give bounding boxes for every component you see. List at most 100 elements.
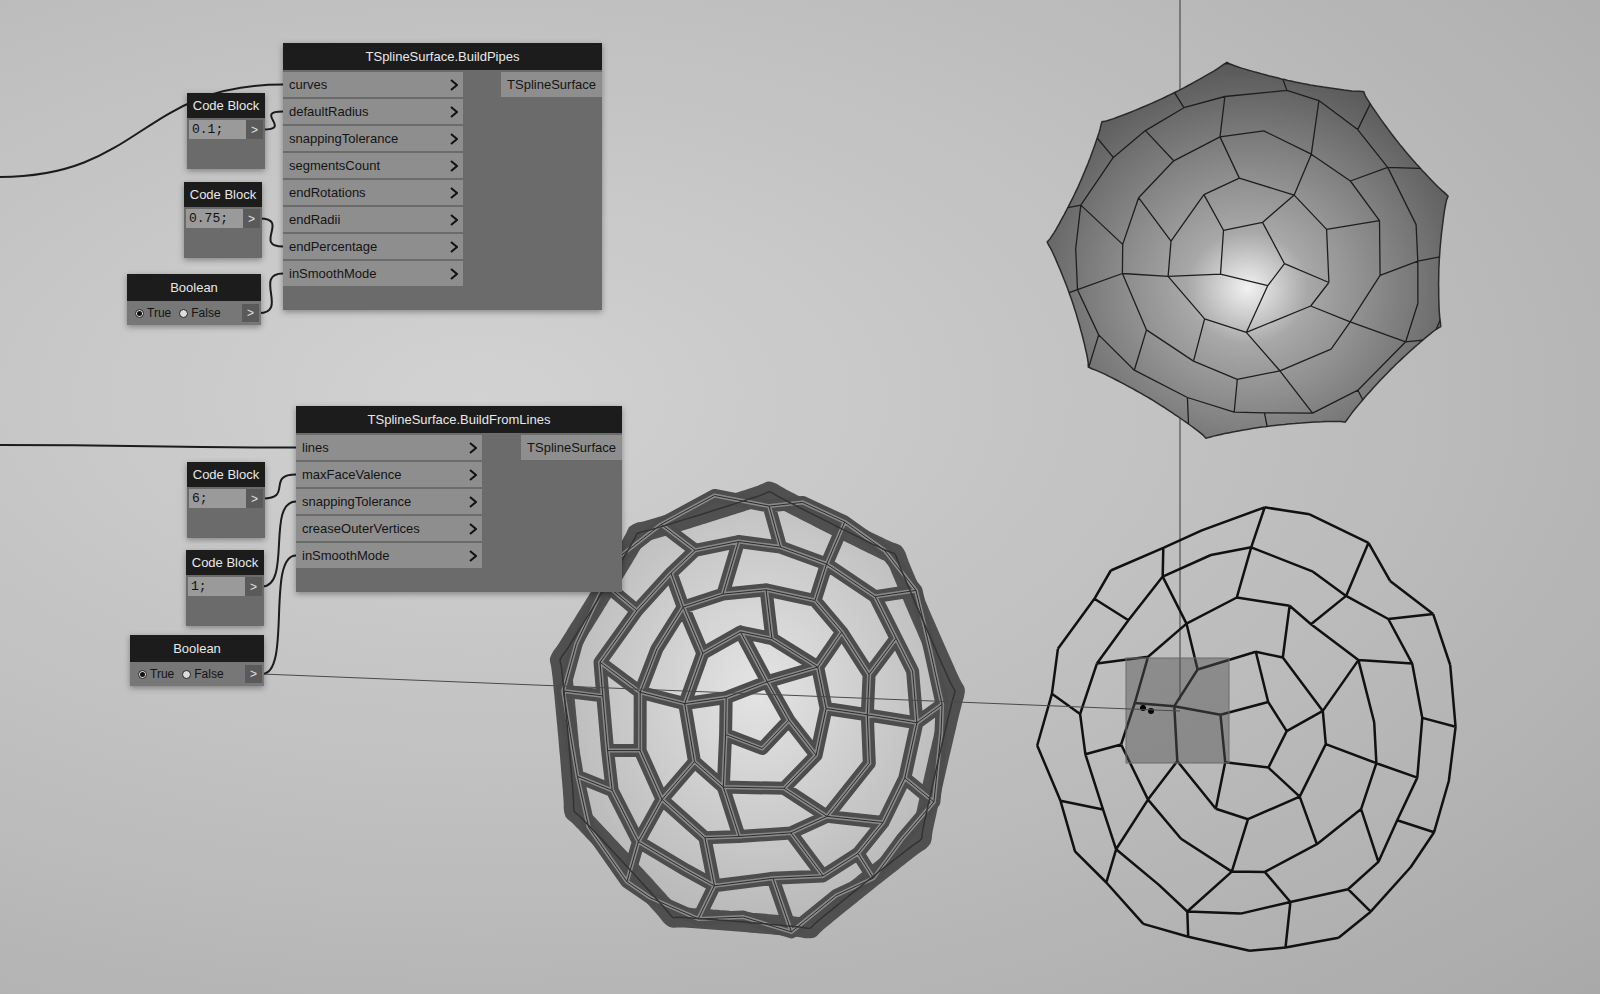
node-body: True False > — [127, 301, 261, 325]
node-title[interactable]: TSplineSurface.BuildFromLines — [296, 406, 622, 433]
code-field[interactable]: 6; — [189, 489, 246, 508]
port-label: endRadii — [289, 212, 340, 227]
chevron-icon — [450, 241, 458, 253]
node-body: curves defaultRadius snappingTolerance segm… — [283, 70, 602, 310]
code-field[interactable]: 1; — [188, 577, 245, 596]
node-title[interactable]: Boolean — [130, 635, 264, 662]
output-port[interactable]: > — [246, 489, 263, 508]
boolean-node[interactable]: Boolean True False > — [130, 635, 264, 686]
output-port[interactable]: > — [242, 304, 259, 322]
port-label: inSmoothMode — [302, 548, 389, 563]
input-port[interactable]: lines — [296, 435, 482, 460]
chevron-stroke — [451, 242, 457, 252]
input-port[interactable]: maxFaceValence — [296, 462, 482, 487]
code-block-node[interactable]: Code Block6;> — [187, 462, 265, 538]
function-node[interactable]: TSplineSurface.BuildFromLines lines maxFac… — [296, 406, 622, 592]
port-label: lines — [302, 440, 329, 455]
code-field[interactable]: 0.75; — [186, 209, 243, 228]
code-block-node[interactable]: Code Block0.1;> — [187, 93, 265, 169]
radio-dot[interactable] — [138, 670, 147, 679]
chevron-stroke — [470, 551, 476, 561]
radio-dot[interactable] — [182, 670, 191, 679]
input-port[interactable]: endRadii — [283, 207, 463, 232]
port-label: endRotations — [289, 185, 366, 200]
code-row: 1;> — [188, 577, 262, 596]
input-port[interactable]: endPercentage — [283, 234, 463, 259]
input-port[interactable]: defaultRadius — [283, 99, 463, 124]
line-network — [1037, 507, 1455, 950]
wire[interactable] — [259, 274, 283, 314]
output-port[interactable]: > — [246, 120, 263, 139]
input-port[interactable]: endRotations — [283, 180, 463, 205]
chevron-icon — [450, 160, 458, 172]
node-title[interactable]: Code Block — [184, 182, 262, 207]
node-body: lines maxFaceValencesnappingTolerance crea… — [296, 433, 622, 592]
wire[interactable] — [262, 556, 296, 675]
dynamo-canvas[interactable]: TSplineSurface.BuildPipescurves defaultRa… — [0, 0, 1600, 994]
node-body: 6;> — [187, 487, 265, 538]
function-node[interactable]: TSplineSurface.BuildPipescurves defaultRa… — [283, 43, 602, 310]
chevron-icon — [469, 469, 477, 481]
output-port[interactable]: > — [245, 665, 262, 683]
radio-option[interactable]: False — [179, 304, 220, 322]
tspline-surface — [1033, 62, 1459, 459]
port-label: creaseOuterVertices — [302, 521, 420, 536]
radio-label: False — [194, 667, 223, 681]
radio-label: True — [147, 306, 171, 320]
input-ports: lines maxFaceValencesnappingTolerance crea… — [296, 433, 482, 568]
output-port[interactable]: TSplineSurface — [501, 72, 602, 97]
input-port[interactable]: segmentsCount — [283, 153, 463, 178]
node-title[interactable]: Code Block — [187, 93, 265, 118]
wire[interactable] — [262, 502, 296, 587]
chevron-stroke — [470, 470, 476, 480]
port-label: segmentsCount — [289, 158, 380, 173]
boolean-node[interactable]: Boolean True False > — [127, 274, 261, 325]
input-ports: curves defaultRadius snappingTolerance segm… — [283, 70, 463, 286]
lines-wire[interactable] — [0, 445, 296, 448]
input-port[interactable]: snappingTolerance — [283, 126, 463, 151]
preview-line — [262, 674, 1180, 711]
wire[interactable] — [263, 475, 296, 499]
radio-option[interactable]: True — [138, 665, 174, 683]
input-port[interactable]: inSmoothMode — [283, 261, 463, 286]
point-marker — [1148, 708, 1154, 714]
curves-wire[interactable] — [0, 85, 283, 178]
input-port[interactable]: creaseOuterVertices — [296, 516, 482, 541]
input-port[interactable]: inSmoothMode — [296, 543, 482, 568]
chevron-icon — [450, 214, 458, 226]
chevron-icon — [469, 496, 477, 508]
node-body: True False > — [130, 662, 264, 686]
node-title[interactable]: Code Block — [187, 462, 265, 487]
output-ports: TSplineSurface — [501, 70, 602, 97]
node-body: 0.1;> — [187, 118, 265, 169]
input-port[interactable]: snappingTolerance — [296, 489, 482, 514]
chevron-stroke — [451, 161, 457, 171]
wire[interactable] — [263, 112, 283, 130]
code-block-node[interactable]: Code Block 0.75;> — [184, 182, 262, 258]
output-ports: TSplineSurface — [521, 433, 622, 460]
wire[interactable] — [260, 219, 283, 247]
input-port[interactable]: curves — [283, 72, 463, 97]
chevron-stroke — [470, 443, 476, 453]
chevron-stroke — [451, 269, 457, 279]
code-field[interactable]: 0.1; — [189, 120, 246, 139]
chevron-stroke — [470, 524, 476, 534]
output-port[interactable]: > — [245, 577, 262, 596]
chevron-icon — [450, 106, 458, 118]
node-title[interactable]: Boolean — [127, 274, 261, 301]
port-label: defaultRadius — [289, 104, 369, 119]
point-marker — [1140, 705, 1146, 711]
node-title[interactable]: TSplineSurface.BuildPipes — [283, 43, 602, 70]
code-block-node[interactable]: Code Block 1;> — [186, 550, 264, 626]
radio-dot[interactable] — [135, 309, 144, 318]
radio-option[interactable]: True — [135, 304, 171, 322]
chevron-icon — [450, 133, 458, 145]
output-port[interactable]: TSplineSurface — [521, 435, 622, 460]
radio-option[interactable]: False — [182, 665, 223, 683]
port-label: inSmoothMode — [289, 266, 376, 281]
output-port[interactable]: > — [243, 209, 260, 228]
chevron-stroke — [451, 107, 457, 117]
chevron-icon — [469, 442, 477, 454]
node-title[interactable]: Code Block — [186, 550, 264, 575]
radio-dot[interactable] — [179, 309, 188, 318]
